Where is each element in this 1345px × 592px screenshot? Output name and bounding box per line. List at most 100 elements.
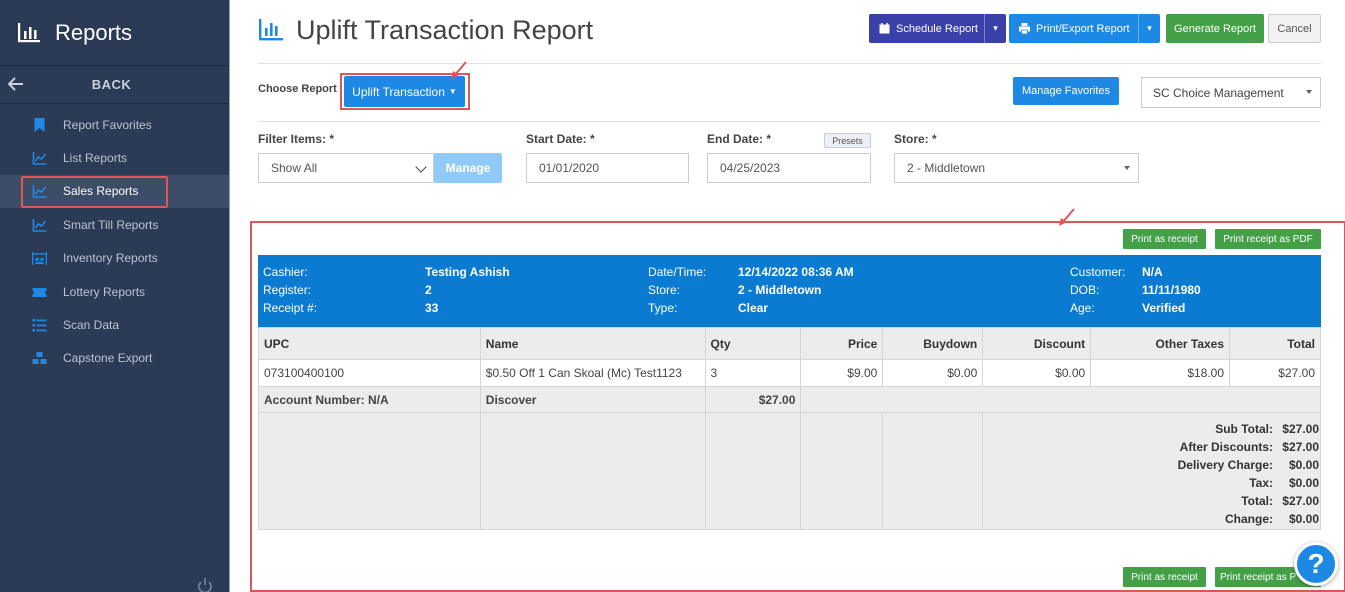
annotation-arrow-icon xyxy=(1059,208,1075,226)
sidebar-item-label: Scan Data xyxy=(63,318,120,333)
caret-down-icon xyxy=(1306,90,1312,94)
column-header: UPC xyxy=(258,327,481,360)
warehouse-icon xyxy=(32,252,47,266)
customer-value: N/A xyxy=(1142,265,1163,279)
presets-button[interactable]: Presets xyxy=(824,133,871,148)
total-value: $0.00 xyxy=(1288,512,1319,526)
list-icon xyxy=(32,319,47,332)
total-label: Sub Total: xyxy=(1215,422,1273,436)
sidebar-item-capstone-export[interactable]: Capstone Export xyxy=(0,342,229,375)
manage-favorites-button[interactable]: Manage Favorites xyxy=(1013,77,1119,105)
receipt-number-value: 33 xyxy=(425,301,439,315)
sidebar-item-scan-data[interactable]: Scan Data xyxy=(0,308,229,341)
grand-total-row: Total: $27.00 xyxy=(1038,492,1319,510)
company-select[interactable]: SC Choice Management xyxy=(1141,77,1321,108)
help-button[interactable]: ? xyxy=(1294,542,1338,586)
back-label: BACK xyxy=(91,77,132,92)
arrow-left-icon xyxy=(8,77,23,91)
customer-label: Customer: xyxy=(1070,265,1126,279)
datetime-label: Date/Time: xyxy=(648,265,707,279)
column-header: Total xyxy=(1229,327,1321,360)
back-button[interactable]: BACK xyxy=(0,66,229,104)
sidebar-item-report-favorites[interactable]: Report Favorites xyxy=(0,108,229,141)
empty-cell xyxy=(479,412,706,530)
caret-down-icon xyxy=(1124,166,1130,170)
print-export-button[interactable]: Print/Export Report ▾ xyxy=(1009,14,1160,43)
ticket-icon xyxy=(32,287,47,297)
sidebar-item-list-reports[interactable]: List Reports xyxy=(0,141,229,174)
sidebar-item-inventory-reports[interactable]: Inventory Reports xyxy=(0,242,229,275)
delivery-charge-row: Delivery Charge: $0.00 xyxy=(1038,456,1319,474)
start-date-input[interactable]: 01/01/2020 xyxy=(526,153,689,183)
sidebar-item-sales-reports[interactable]: Sales Reports xyxy=(0,174,229,209)
totals-summary: Sub Total: $27.00 After Discounts: $27.00 … xyxy=(1038,420,1319,528)
store-select-value: 2 - Middletown xyxy=(907,161,986,175)
total-value: $27.00 xyxy=(1282,440,1319,454)
after-discounts-row: After Discounts: $27.00 xyxy=(1038,438,1319,456)
sidebar-item-label: Report Favorites xyxy=(63,117,152,132)
chevron-down-icon xyxy=(415,161,427,173)
other-taxes-cell: $18.00 xyxy=(1090,359,1231,387)
buydown-cell: $0.00 xyxy=(882,359,984,387)
sidebar: Reports BACK Report Favorites List Repor… xyxy=(0,0,230,592)
store-select[interactable]: 2 - Middletown xyxy=(894,153,1139,183)
sidebar-item-label: Capstone Export xyxy=(63,351,153,366)
end-date-input[interactable]: 04/25/2023 xyxy=(707,153,871,183)
end-date-label: End Date: * xyxy=(707,132,772,146)
register-label: Register: xyxy=(263,283,312,297)
print-receipt-button-bottom[interactable]: Print as receipt xyxy=(1123,567,1206,587)
total-label: Change: xyxy=(1225,512,1273,526)
print-receipt-pdf-button[interactable]: Print receipt as PDF xyxy=(1215,229,1321,249)
filter-items-value: Show All xyxy=(271,161,318,175)
schedule-report-button[interactable]: Schedule Report ▾ xyxy=(869,14,1006,43)
print-receipt-button[interactable]: Print as receipt xyxy=(1123,229,1206,249)
column-header: Qty xyxy=(704,327,802,360)
highlight-box xyxy=(21,175,168,208)
cashier-value: Testing Ashish xyxy=(425,265,510,279)
column-header: Buydown xyxy=(882,327,984,360)
chart-line-icon xyxy=(32,218,47,232)
filter-items-label: Filter Items: * xyxy=(258,132,335,146)
upc-cell: 073100400100 xyxy=(258,359,481,387)
cancel-button[interactable]: Cancel xyxy=(1268,14,1321,43)
filter-items-select[interactable]: Show All xyxy=(258,153,434,183)
schedule-dropdown-caret[interactable]: ▾ xyxy=(984,14,1006,43)
datetime-value: 12/14/2022 08:36 AM xyxy=(738,265,854,279)
register-value: 2 xyxy=(425,283,432,297)
column-header: Price xyxy=(800,327,884,360)
age-label: Age: xyxy=(1070,301,1095,315)
sidebar-item-lottery-reports[interactable]: Lottery Reports xyxy=(0,275,229,308)
manage-button[interactable]: Manage xyxy=(434,153,502,183)
account-number: Account Number: N/A xyxy=(258,386,481,413)
empty-cell xyxy=(704,412,802,530)
total-value: $0.00 xyxy=(1288,458,1319,472)
payment-amount: $27.00 xyxy=(704,386,802,413)
bar-chart-icon xyxy=(259,19,283,41)
empty-cell xyxy=(800,386,1321,413)
account-row: Account Number: N/A Discover $27.00 xyxy=(258,386,1321,413)
payment-method: Discover xyxy=(479,386,706,413)
price-cell: $9.00 xyxy=(800,359,884,387)
receipt-header: Cashier: Testing Ashish Register: 2 Rece… xyxy=(258,255,1321,327)
sidebar-item-label: List Reports xyxy=(63,151,128,166)
total-label: Total: xyxy=(1241,494,1273,508)
sidebar-header: Reports xyxy=(0,0,229,66)
power-icon[interactable] xyxy=(196,578,214,592)
sidebar-title: Reports xyxy=(55,19,133,45)
printer-icon xyxy=(1019,23,1030,34)
cashier-label: Cashier: xyxy=(263,265,308,279)
type-label: Type: xyxy=(648,301,678,315)
discount-cell: $0.00 xyxy=(982,359,1092,387)
print-dropdown-caret[interactable]: ▾ xyxy=(1138,14,1160,43)
sidebar-item-smart-till-reports[interactable]: Smart Till Reports xyxy=(0,208,229,241)
column-header: Discount xyxy=(982,327,1092,360)
choose-report-label: Choose Report xyxy=(258,83,337,95)
store-value: 2 - Middletown xyxy=(738,283,822,297)
generate-report-button[interactable]: Generate Report xyxy=(1166,14,1264,43)
company-select-value: SC Choice Management xyxy=(1153,85,1284,100)
total-cell: $27.00 xyxy=(1229,359,1321,387)
start-date-label: Start Date: * xyxy=(526,132,595,146)
subtotal-row: Sub Total: $27.00 xyxy=(1038,420,1319,438)
table-row: 073100400100 $0.50 Off 1 Can Skoal (Mc) … xyxy=(258,359,1321,387)
qty-cell: 3 xyxy=(704,359,802,387)
